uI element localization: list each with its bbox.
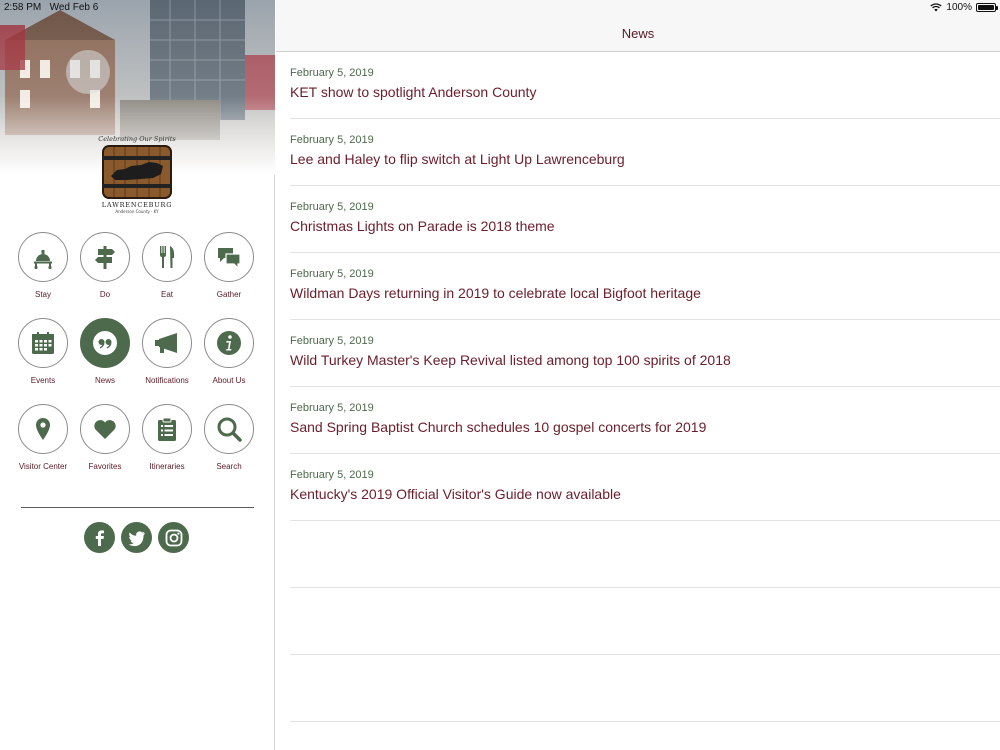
- news-item[interactable]: February 5, 2019 Wildman Days returning i…: [290, 253, 1000, 320]
- logo-subtitle: Anderson County · KY: [115, 209, 159, 214]
- heart-icon: [94, 420, 116, 439]
- menu-item-search[interactable]: Search: [198, 404, 260, 472]
- menu-item-gather[interactable]: Gather: [198, 232, 260, 300]
- news-item[interactable]: February 5, 2019 KET show to spotlight An…: [290, 52, 1000, 119]
- signpost-icon: [95, 246, 115, 269]
- instagram-icon: [165, 529, 182, 546]
- news-date: February 5, 2019: [290, 201, 374, 213]
- status-date: Wed Feb 6: [49, 2, 99, 13]
- menu-button-visitor-center[interactable]: [18, 404, 68, 454]
- news-title: Lee and Haley to flip switch at Light Up…: [290, 151, 625, 167]
- news-title: KET show to spotlight Anderson County: [290, 84, 537, 100]
- menu-item-news[interactable]: News: [74, 318, 136, 386]
- menu-item-about-us[interactable]: About Us: [198, 318, 260, 386]
- twitter-icon: [128, 530, 145, 546]
- logo-name: LAWRENCEBURG: [102, 201, 172, 209]
- menu-item-events[interactable]: Events: [12, 318, 74, 386]
- news-date: February 5, 2019: [290, 67, 374, 79]
- battery-icon: [976, 3, 998, 12]
- empty-row: [290, 521, 1000, 588]
- menu-button-news[interactable]: [80, 318, 130, 368]
- menu-item-notifications[interactable]: Notifications: [136, 318, 198, 386]
- menu-label: Do: [99, 290, 111, 299]
- status-bar: 2:58 PM Wed Feb 6 100%: [0, 0, 1000, 14]
- menu-item-eat[interactable]: Eat: [136, 232, 198, 300]
- menu-button-about-us[interactable]: [204, 318, 254, 368]
- lawrenceburg-logo: Celebrating Our Spirits LAWRENCEBURG And…: [97, 132, 177, 214]
- twitter-button[interactable]: [121, 522, 152, 553]
- menu-label: News: [94, 376, 115, 385]
- menu-label: Gather: [216, 290, 242, 299]
- page-title: News: [621, 26, 655, 41]
- news-item[interactable]: February 5, 2019 Sand Spring Baptist Chur…: [290, 387, 1000, 454]
- menu-button-gather[interactable]: [204, 232, 254, 282]
- menu-button-eat[interactable]: [142, 232, 192, 282]
- sidebar: Celebrating Our Spirits LAWRENCEBURG And…: [0, 0, 275, 750]
- logo-tagline: Celebrating Our Spirits: [98, 135, 176, 143]
- chat-bubbles-icon: [218, 248, 241, 270]
- menu-label: Stay: [34, 290, 51, 299]
- news-date: February 5, 2019: [290, 268, 374, 280]
- menu-button-notifications[interactable]: [142, 318, 192, 368]
- news-item[interactable]: February 5, 2019 Christmas Lights on Para…: [290, 186, 1000, 253]
- main-panel: News February 5, 2019 KET show to spotlig…: [276, 0, 1000, 750]
- map-pin-icon: [36, 418, 50, 440]
- wifi-icon: [930, 3, 943, 12]
- menu-label: Eat: [160, 290, 173, 299]
- megaphone-icon: [155, 333, 177, 353]
- empty-row: [290, 588, 1000, 655]
- menu-button-favorites[interactable]: [80, 404, 130, 454]
- battery-percent: 100%: [946, 2, 972, 13]
- news-date: February 5, 2019: [290, 469, 374, 481]
- status-time: 2:58 PM: [4, 2, 42, 13]
- info-icon: [217, 331, 241, 355]
- menu-item-do[interactable]: Do: [74, 232, 136, 300]
- quote-icon: [93, 331, 117, 355]
- news-date: February 5, 2019: [290, 335, 374, 347]
- status-time-date: 2:58 PM Wed Feb 6: [4, 2, 98, 13]
- news-title: Sand Spring Baptist Church schedules 10 …: [290, 419, 707, 435]
- menu-button-search[interactable]: [204, 404, 254, 454]
- utensils-icon: [160, 246, 175, 268]
- calendar-icon: [32, 332, 54, 354]
- facebook-icon: [95, 529, 104, 546]
- menu-label: Favorites: [88, 462, 122, 471]
- news-title: Wild Turkey Master's Keep Revival listed…: [290, 352, 731, 368]
- battery-level: [978, 5, 994, 10]
- menu-button-events[interactable]: [18, 318, 68, 368]
- news-item[interactable]: February 5, 2019 Wild Turkey Master's Kee…: [290, 320, 1000, 387]
- news-list: February 5, 2019 KET show to spotlight An…: [290, 52, 1000, 722]
- news-title: Kentucky's 2019 Official Visitor's Guide…: [290, 486, 621, 502]
- search-icon: [217, 417, 242, 442]
- menu-item-itineraries[interactable]: Itineraries: [136, 404, 198, 472]
- instagram-button[interactable]: [158, 522, 189, 553]
- social-links: [84, 522, 189, 553]
- menu-label: Itineraries: [149, 462, 185, 471]
- news-date: February 5, 2019: [290, 134, 374, 146]
- barrel-logo-icon: Celebrating Our Spirits LAWRENCEBURG And…: [98, 135, 176, 214]
- status-indicators: 100%: [930, 2, 998, 13]
- clipboard-icon: [158, 417, 176, 441]
- news-item[interactable]: February 5, 2019 Lee and Haley to flip sw…: [290, 119, 1000, 186]
- menu-label: About Us: [212, 376, 246, 385]
- menu-label: Search: [216, 462, 242, 471]
- facebook-button[interactable]: [84, 522, 115, 553]
- menu-item-favorites[interactable]: Favorites: [74, 404, 136, 472]
- sidebar-divider: [21, 507, 254, 508]
- menu-label: Visitor Center: [18, 462, 68, 471]
- menu-label: Notifications: [145, 376, 189, 385]
- menu-button-itineraries[interactable]: [142, 404, 192, 454]
- menu-label: Events: [30, 376, 56, 385]
- bell-cart-icon: [34, 250, 52, 270]
- news-date: February 5, 2019: [290, 402, 374, 414]
- menu-grid: Stay Do Eat Gather Events News Notifications Ab…: [12, 232, 264, 472]
- menu-button-stay[interactable]: [18, 232, 68, 282]
- menu-item-visitor-center[interactable]: Visitor Center: [12, 404, 74, 472]
- empty-row: [290, 655, 1000, 722]
- news-title: Christmas Lights on Parade is 2018 theme: [290, 218, 555, 234]
- news-title: Wildman Days returning in 2019 to celebr…: [290, 285, 701, 301]
- news-item[interactable]: February 5, 2019 Kentucky's 2019 Official…: [290, 454, 1000, 521]
- menu-item-stay[interactable]: Stay: [12, 232, 74, 300]
- menu-button-do[interactable]: [80, 232, 130, 282]
